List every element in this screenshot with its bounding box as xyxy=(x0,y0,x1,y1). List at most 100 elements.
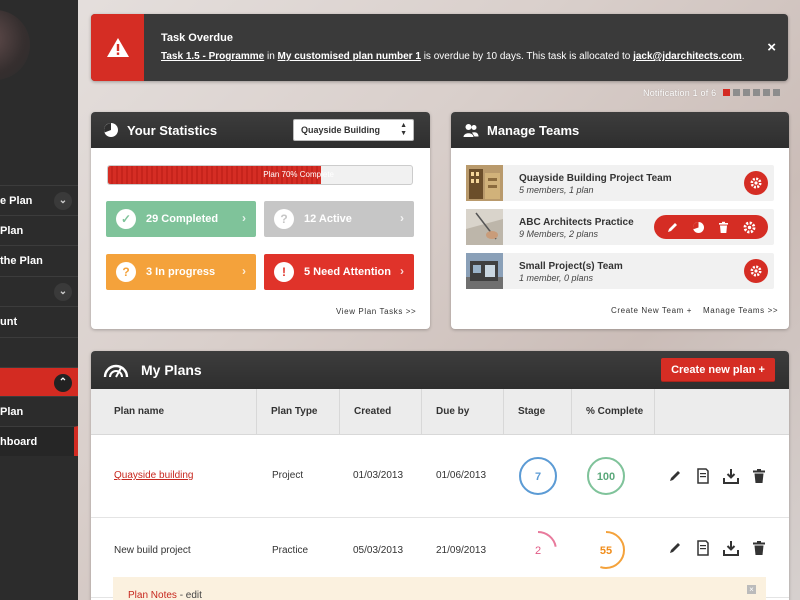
pager-dot[interactable] xyxy=(723,89,730,96)
stage-ring: 7 xyxy=(519,457,557,495)
complete-value: 55 xyxy=(600,545,612,557)
plan-type-cell: Project xyxy=(272,470,304,481)
plan-notes-edit-link[interactable]: - edit xyxy=(177,590,202,600)
sidebar-item-label: Plan xyxy=(0,224,24,237)
download-icon[interactable] xyxy=(723,540,739,556)
team-row[interactable]: Quayside Building Project Team 5 members… xyxy=(466,165,774,201)
edit-icon[interactable] xyxy=(667,468,683,484)
create-plan-button[interactable]: Create new plan + xyxy=(661,358,775,382)
active-label: 12 Active xyxy=(304,213,352,225)
trash-icon[interactable] xyxy=(717,221,730,234)
completed-tile[interactable]: ✓ 29 Completed › xyxy=(106,201,256,237)
pager-dot[interactable] xyxy=(743,89,750,96)
sidebar-item-label: unt xyxy=(0,315,18,328)
complete-ring: 100 xyxy=(587,457,625,495)
stage-value: 7 xyxy=(535,471,541,483)
warning-icon xyxy=(106,38,129,57)
sidebar-item-label: hboard xyxy=(0,435,38,448)
due-cell: 21/09/2013 xyxy=(436,545,487,556)
team-thumbnail xyxy=(466,165,503,201)
users-icon xyxy=(463,124,479,137)
created-cell: 05/03/2013 xyxy=(353,545,404,556)
download-icon[interactable] xyxy=(723,468,739,484)
plan-link[interactable]: My customised plan number 1 xyxy=(278,51,421,62)
sidebar-item-plan-3[interactable]: the Plan xyxy=(0,245,78,275)
due-cell: 01/06/2013 xyxy=(436,470,487,481)
edit-icon[interactable] xyxy=(667,540,683,556)
sidebar-item-plan-1[interactable]: e Plan ⌄ xyxy=(0,185,78,215)
complete-ring: 55 xyxy=(587,531,625,569)
sidebar-item-account[interactable]: unt xyxy=(0,306,78,336)
chevron-down-icon[interactable]: ⌄ xyxy=(54,192,72,210)
team-name: ABC Architects Practice xyxy=(519,217,634,228)
team-row[interactable]: Small Project(s) Team 1 member, 0 plans xyxy=(466,253,774,289)
pager-dot[interactable] xyxy=(773,89,780,96)
pie-chart-icon[interactable] xyxy=(692,221,705,234)
sidebar-item-group[interactable]: ⌄ xyxy=(0,276,78,306)
active-tile[interactable]: ? 12 Active › xyxy=(264,201,414,237)
select-arrows-icon: ▲ ▼ xyxy=(400,122,407,137)
plan-name-link[interactable]: Quayside building xyxy=(114,470,194,481)
team-row[interactable]: ABC Architects Practice 9 Members, 2 pla… xyxy=(466,209,774,245)
check-icon: ✓ xyxy=(116,209,136,229)
trash-icon[interactable] xyxy=(751,540,767,556)
statistics-title: Your Statistics xyxy=(127,122,218,138)
team-actions xyxy=(654,215,768,239)
notification-counter: Notification 1 of 6 xyxy=(643,88,717,98)
email-link[interactable]: jack@jdarchitects.com xyxy=(633,51,742,62)
trash-icon[interactable] xyxy=(751,468,767,484)
in-progress-tile[interactable]: ? 3 In progress › xyxy=(106,254,256,290)
column-header-plan-name[interactable]: Plan name xyxy=(100,389,257,435)
chevron-up-icon[interactable]: ⌃ xyxy=(54,374,72,392)
manage-teams-link[interactable]: Manage Teams >> xyxy=(703,306,778,315)
column-header-created[interactable]: Created xyxy=(340,389,422,435)
sidebar-item-dashboard[interactable]: hboard xyxy=(0,426,78,456)
sidebar-item-plan-4[interactable]: Plan xyxy=(0,396,78,426)
teams-header: Manage Teams xyxy=(451,112,789,148)
gear-icon[interactable] xyxy=(743,221,756,234)
column-header-plan-type[interactable]: Plan Type xyxy=(257,389,340,435)
close-icon[interactable]: × xyxy=(747,585,756,594)
logo xyxy=(0,10,30,80)
plan-type-cell: Practice xyxy=(272,545,309,556)
completed-label: 29 Completed xyxy=(146,213,219,225)
team-meta: 5 members, 1 plan xyxy=(519,185,594,195)
chevron-down-icon[interactable]: ⌄ xyxy=(54,283,72,301)
teams-panel: Manage Teams Quayside Building Project T… xyxy=(451,112,789,329)
close-icon[interactable]: × xyxy=(767,39,776,56)
sidebar-item-blank[interactable] xyxy=(0,337,78,367)
teams-title: Manage Teams xyxy=(487,122,580,138)
column-header-due-by[interactable]: Due by xyxy=(422,389,504,435)
need-attention-tile[interactable]: ! 5 Need Attention › xyxy=(264,254,414,290)
pager-dot[interactable] xyxy=(753,89,760,96)
plan-name-cell[interactable]: New build project xyxy=(114,545,191,556)
notification-message: Task 1.5 - Programme in My customised pl… xyxy=(161,51,745,62)
create-team-link[interactable]: Create New Team + xyxy=(611,306,692,315)
document-icon[interactable] xyxy=(695,468,711,484)
chevron-right-icon: › xyxy=(242,211,246,225)
my-plans-header: My Plans Create new plan + xyxy=(91,351,789,389)
column-header-complete[interactable]: % Complete xyxy=(572,389,655,435)
column-header-stage[interactable]: Stage xyxy=(504,389,572,435)
row-actions xyxy=(667,468,767,484)
view-plan-tasks-link[interactable]: View Plan Tasks >> xyxy=(336,307,416,316)
gear-icon[interactable] xyxy=(744,259,768,283)
gear-icon[interactable] xyxy=(744,171,768,195)
edit-icon[interactable] xyxy=(666,221,679,234)
sidebar-item-active-section[interactable]: ⌃ xyxy=(0,367,78,397)
plan-select[interactable]: Quayside Building ▲ ▼ xyxy=(293,119,414,141)
notification-text-end: . xyxy=(741,51,745,62)
stage-ring: 2 xyxy=(519,531,557,569)
sidebar-item-label: the Plan xyxy=(0,254,43,267)
progress-label: Plan 70% Complete xyxy=(263,170,334,179)
sidebar: e Plan ⌄ Plan the Plan ⌄ unt ⌃ Plan hboa… xyxy=(0,0,78,600)
statistics-header: Your Statistics Quayside Building ▲ ▼ xyxy=(91,112,430,148)
sidebar-item-plan-2[interactable]: Plan xyxy=(0,215,78,245)
pager-dot[interactable] xyxy=(763,89,770,96)
notification-pager xyxy=(723,89,780,96)
statistics-panel: Your Statistics Quayside Building ▲ ▼ Pla… xyxy=(91,112,430,329)
document-icon[interactable] xyxy=(695,540,711,556)
pager-dot[interactable] xyxy=(733,89,740,96)
table-row: Quayside building Project 01/03/2013 01/… xyxy=(91,436,789,518)
task-link[interactable]: Task 1.5 - Programme xyxy=(161,51,264,62)
